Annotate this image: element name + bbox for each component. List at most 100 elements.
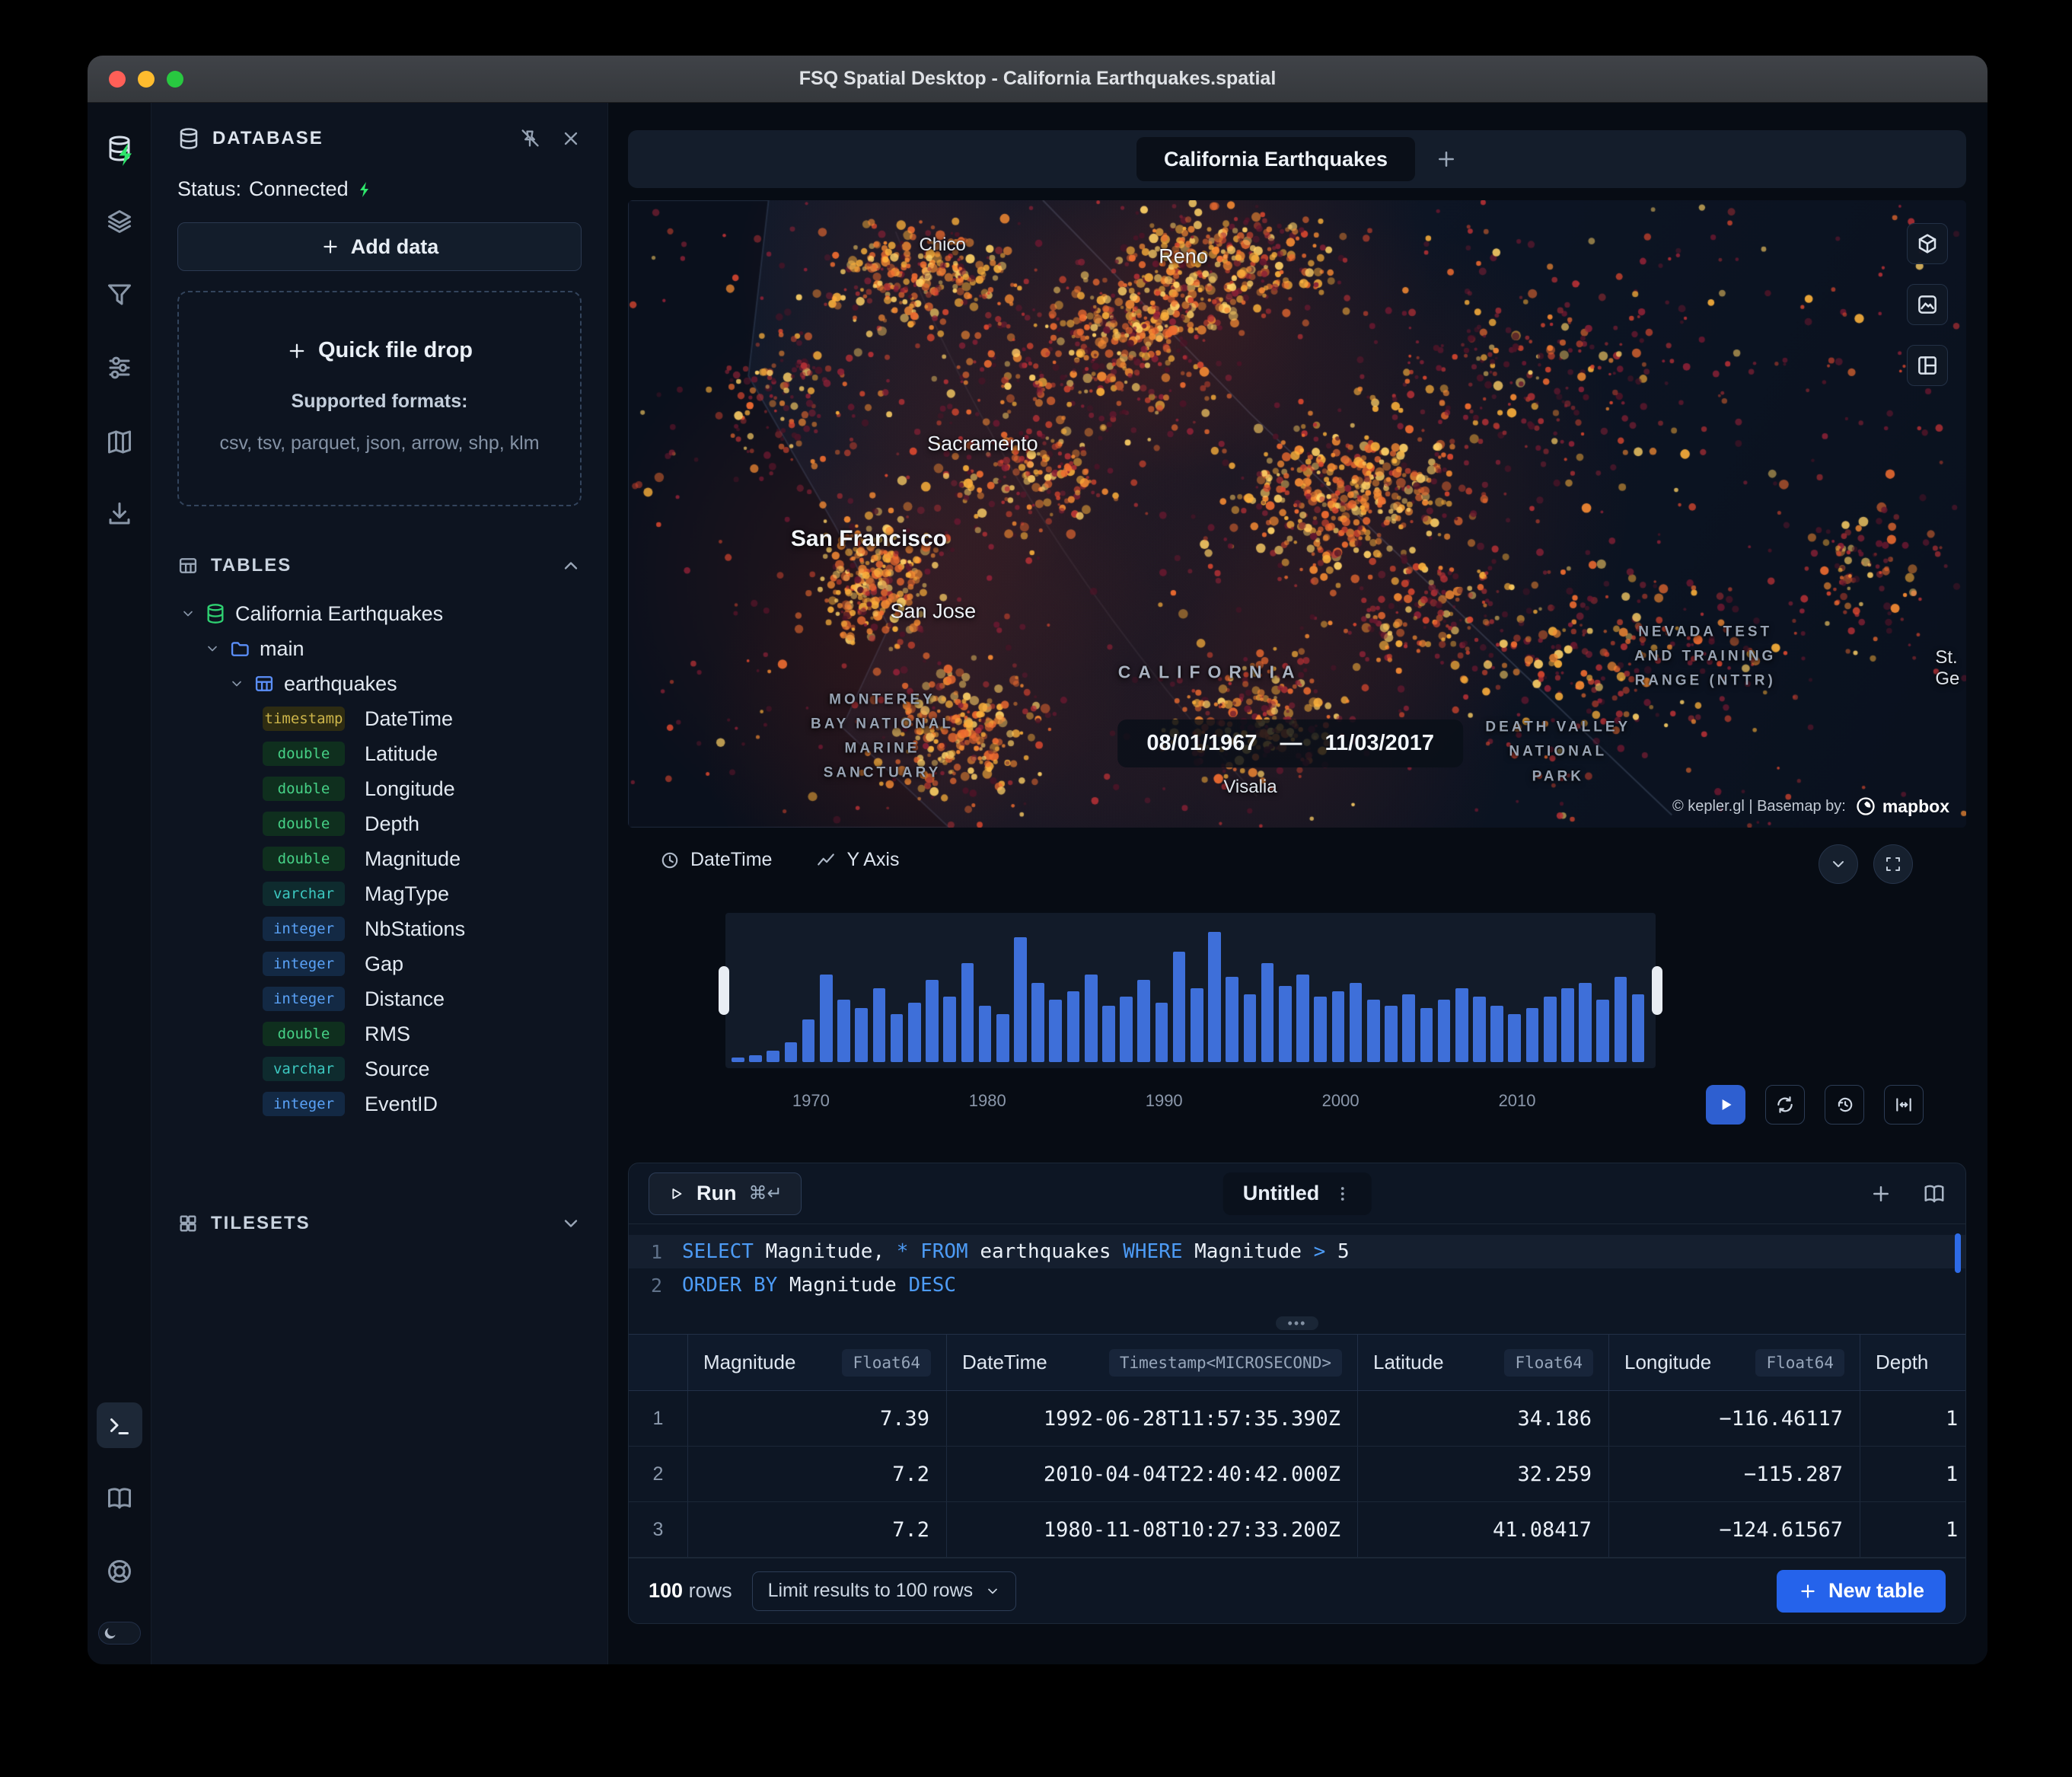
table-cell[interactable]: 34.186 bbox=[1358, 1391, 1609, 1446]
map-controls bbox=[1907, 223, 1948, 386]
theme-toggle[interactable] bbox=[98, 1622, 141, 1645]
tab-california-earthquakes[interactable]: California Earthquakes bbox=[1136, 137, 1415, 181]
table-cell[interactable]: 7.39 bbox=[688, 1391, 947, 1446]
code-line[interactable]: 1SELECT Magnitude, * FROM earthquakes WH… bbox=[629, 1235, 1965, 1268]
field-row[interactable]: timestampDateTime bbox=[177, 701, 582, 736]
minimize-window-button[interactable] bbox=[138, 71, 155, 88]
range-handle-right[interactable] bbox=[1652, 966, 1662, 1015]
chevron-down-icon[interactable] bbox=[560, 1213, 582, 1234]
line-number: 1 bbox=[629, 1241, 682, 1263]
map-nav-button[interactable] bbox=[97, 418, 142, 464]
field-row[interactable]: integerNbStations bbox=[177, 911, 582, 946]
collapse-timeline-button[interactable] bbox=[1819, 844, 1858, 884]
table-cell[interactable]: 7.2 bbox=[688, 1502, 947, 1557]
docs-button[interactable] bbox=[97, 1476, 142, 1521]
database-nav-button[interactable] bbox=[97, 126, 142, 171]
table-cell[interactable]: 1980-11-08T10:27:33.200Z bbox=[947, 1502, 1358, 1557]
drag-dots-icon[interactable]: ••• bbox=[1276, 1316, 1318, 1330]
table-cell[interactable]: 32.259 bbox=[1358, 1447, 1609, 1501]
sql-editor[interactable]: 1SELECT Magnitude, * FROM earthquakes WH… bbox=[629, 1224, 1965, 1313]
column-header[interactable]: DateTimeTimestamp<MICROSECOND> bbox=[947, 1335, 1358, 1390]
table-cell[interactable]: 1 bbox=[1860, 1502, 1965, 1557]
table-cell[interactable]: 1 bbox=[1860, 1391, 1965, 1446]
table-row[interactable]: 37.21980-11-08T10:27:33.200Z41.08417−124… bbox=[629, 1502, 1965, 1558]
field-row[interactable]: doubleRMS bbox=[177, 1016, 582, 1051]
export-nav-button[interactable] bbox=[97, 491, 142, 537]
range-handle-left[interactable] bbox=[719, 966, 729, 1015]
mapbox-logo[interactable]: mapbox bbox=[1855, 796, 1949, 817]
field-row[interactable]: doubleLongitude bbox=[177, 771, 582, 806]
close-panel-icon[interactable] bbox=[560, 128, 582, 149]
add-query-icon[interactable] bbox=[1870, 1182, 1892, 1205]
column-header[interactable]: LatitudeFloat64 bbox=[1358, 1335, 1609, 1390]
table-row[interactable]: 1 7.391992-06-28T11:57:35.390Z34.186−116.… bbox=[629, 1391, 1965, 1447]
column-header[interactable]: LongitudeFloat64 bbox=[1609, 1335, 1860, 1390]
timeline-x-field[interactable]: DateTime bbox=[660, 849, 772, 871]
table-cell[interactable]: 1992-06-28T11:57:35.390Z bbox=[947, 1391, 1358, 1446]
time-window-button[interactable] bbox=[1884, 1085, 1924, 1125]
basemap-button[interactable] bbox=[1907, 284, 1948, 325]
new-table-button[interactable]: New table bbox=[1777, 1570, 1946, 1613]
table-row[interactable]: 27.22010-04-04T22:40:42.000Z32.259−115.2… bbox=[629, 1447, 1965, 1502]
close-window-button[interactable] bbox=[109, 71, 126, 88]
window-title: FSQ Spatial Desktop - California Earthqu… bbox=[799, 68, 1277, 90]
chevron-up-icon[interactable] bbox=[560, 555, 582, 576]
time-window-icon bbox=[1894, 1095, 1914, 1115]
table-cell[interactable]: 7.2 bbox=[688, 1447, 947, 1501]
field-name: MagType bbox=[365, 882, 449, 906]
loop-button[interactable] bbox=[1765, 1085, 1805, 1125]
histogram[interactable] bbox=[725, 913, 1656, 1068]
field-row[interactable]: varcharSource bbox=[177, 1051, 582, 1086]
sql-console-button[interactable] bbox=[97, 1402, 142, 1448]
results-header: MagnitudeFloat64DateTimeTimestamp<MICROS… bbox=[629, 1335, 1965, 1391]
field-row[interactable]: varcharMagType bbox=[177, 876, 582, 911]
histogram-bar bbox=[979, 1006, 992, 1062]
editor-resize-handle[interactable]: ••• bbox=[629, 1313, 1965, 1334]
expand-timeline-button[interactable] bbox=[1873, 844, 1913, 884]
editor-scrollbar[interactable] bbox=[1955, 1233, 1961, 1273]
view-3d-button[interactable] bbox=[1907, 223, 1948, 264]
field-row[interactable]: doubleMagnitude bbox=[177, 841, 582, 876]
time-range-filter[interactable]: 08/01/1967 — 11/03/2017 bbox=[1117, 719, 1463, 767]
help-button[interactable] bbox=[97, 1549, 142, 1594]
field-row[interactable]: doubleLatitude bbox=[177, 736, 582, 771]
field-type-badge: integer bbox=[263, 952, 345, 976]
field-row[interactable]: integerGap bbox=[177, 946, 582, 981]
run-query-button[interactable]: Run ⌘↵ bbox=[649, 1172, 802, 1215]
table-cell[interactable]: 2010-04-04T22:40:42.000Z bbox=[947, 1447, 1358, 1501]
field-row[interactable]: integerEventID bbox=[177, 1086, 582, 1121]
timeline-y-axis[interactable]: Y Axis bbox=[816, 849, 899, 871]
filter-nav-button[interactable] bbox=[97, 272, 142, 317]
column-header[interactable]: DepthFloat64 bbox=[1860, 1335, 1965, 1390]
add-data-button[interactable]: Add data bbox=[177, 222, 582, 271]
code-line[interactable]: 2ORDER BY Magnitude DESC bbox=[629, 1268, 1965, 1302]
speed-button[interactable] bbox=[1825, 1085, 1864, 1125]
table-cell[interactable]: 41.08417 bbox=[1358, 1502, 1609, 1557]
settings-nav-button[interactable] bbox=[97, 345, 142, 391]
table-cell[interactable]: −116.46117 bbox=[1609, 1391, 1860, 1446]
map-view[interactable]: ChicoRenoSacramentoSan FranciscoSan Jose… bbox=[628, 200, 1966, 828]
table-cell[interactable]: 1 bbox=[1860, 1447, 1965, 1501]
histogram-bar bbox=[1455, 988, 1468, 1062]
field-name: RMS bbox=[365, 1022, 410, 1046]
quick-file-drop-zone[interactable]: Quick file drop Supported formats: csv, … bbox=[177, 291, 582, 506]
titlebar: FSQ Spatial Desktop - California Earthqu… bbox=[88, 56, 1988, 103]
query-doc-title[interactable]: Untitled bbox=[1223, 1172, 1372, 1215]
new-tab-button[interactable] bbox=[1435, 148, 1458, 171]
play-button[interactable] bbox=[1706, 1085, 1745, 1125]
table-cell[interactable]: −124.61567 bbox=[1609, 1502, 1860, 1557]
field-row[interactable]: doubleDepth bbox=[177, 806, 582, 841]
tree-item-schema[interactable]: main bbox=[177, 631, 582, 666]
field-row[interactable]: integerDistance bbox=[177, 981, 582, 1016]
docs-book-icon[interactable] bbox=[1923, 1182, 1946, 1205]
line-number: 2 bbox=[629, 1275, 682, 1297]
table-cell[interactable]: −115.287 bbox=[1609, 1447, 1860, 1501]
unpin-icon[interactable] bbox=[519, 128, 540, 149]
tree-item-table[interactable]: earthquakes bbox=[177, 666, 582, 701]
tree-item-database[interactable]: California Earthquakes bbox=[177, 596, 582, 631]
panel-layout-button[interactable] bbox=[1907, 345, 1948, 386]
limit-dropdown[interactable]: Limit results to 100 rows bbox=[752, 1571, 1017, 1611]
layers-nav-button[interactable] bbox=[97, 199, 142, 244]
fullscreen-window-button[interactable] bbox=[167, 71, 183, 88]
column-header[interactable]: MagnitudeFloat64 bbox=[688, 1335, 947, 1390]
